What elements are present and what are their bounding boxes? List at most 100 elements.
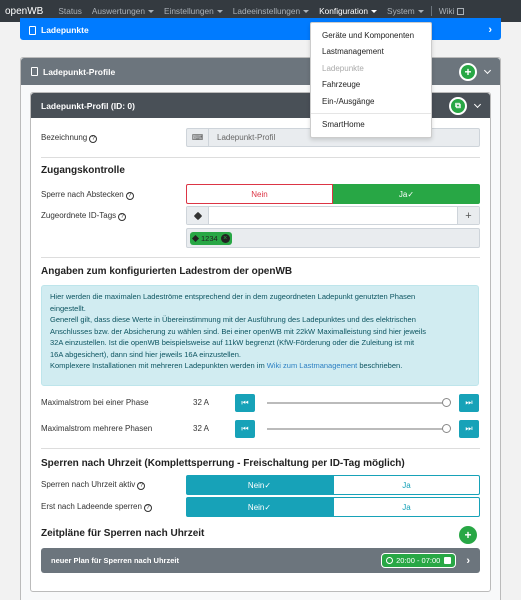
lock-yes-button[interactable]: Ja ✓: [333, 184, 480, 204]
document-icon: [31, 67, 38, 76]
remove-tag-icon[interactable]: ×: [220, 233, 230, 243]
check-icon: ✓: [264, 480, 272, 490]
help-icon[interactable]: ?: [137, 482, 146, 490]
add-tag-button[interactable]: +: [457, 207, 479, 224]
divider: [41, 257, 480, 258]
profile-0-title: Ladepunkt-Profil (ID: 0): [41, 100, 135, 111]
time-lock-no-button[interactable]: Nein ✓: [186, 475, 333, 495]
chevron-right-icon: ›: [488, 24, 492, 36]
nav-wiki[interactable]: Wiki: [434, 6, 470, 16]
nav-ladeeinstellungen[interactable]: Ladeeinstellungen: [228, 6, 314, 16]
caret-down-icon: [371, 10, 378, 13]
schedule-time-badge: 20:00 - 07:00: [381, 553, 457, 568]
info-line: 16A abgesichert), dann sind hier jeweils…: [50, 349, 241, 359]
schedule-plan-name: neuer Plan für Sperren nach Uhrzeit: [51, 556, 179, 565]
menu-item-geraete[interactable]: Geräte und Komponenten: [311, 28, 431, 44]
max-multi-phase-slider[interactable]: [267, 428, 447, 430]
add-schedule-button[interactable]: +: [459, 526, 477, 544]
caret-down-icon: [303, 10, 310, 13]
profile-actions: ⧉: [449, 96, 482, 115]
id-tags-label: Zugeordnete ID-Tags?: [41, 211, 127, 221]
max-one-phase-label: Maximalstrom bei einer Phase: [41, 398, 149, 407]
max-one-phase-max-button[interactable]: ⏭: [459, 394, 479, 412]
nav-einstellungen-label: Einstellungen: [163, 6, 214, 16]
current-info-alert: Hier werden die maximalen Ladeströme ent…: [41, 285, 479, 386]
lock-after-end-no-button[interactable]: Nein ✓: [186, 497, 333, 517]
step-backward-icon: ⏮: [241, 424, 249, 433]
id-tag-value: 1234: [201, 233, 218, 243]
chevron-right-icon: ›: [466, 554, 470, 567]
caret-down-icon: [147, 10, 154, 13]
lock-after-end-toggle: Nein ✓ Ja: [186, 497, 480, 517]
max-multi-phase-min-button[interactable]: ⏮: [235, 420, 255, 438]
divider: [41, 448, 480, 449]
card-actions: +: [459, 62, 492, 81]
max-one-phase-slider-thumb[interactable]: [442, 398, 451, 407]
help-icon[interactable]: ?: [125, 192, 134, 200]
nav-auswertungen[interactable]: Auswertungen: [87, 6, 159, 16]
schedule-plan-header[interactable]: neuer Plan für Sperren nach Uhrzeit 20:0…: [41, 548, 480, 573]
info-line: Anschlusses bzw. der Absicherung zu wähl…: [50, 326, 427, 336]
info-line: eingestellt.: [50, 303, 86, 313]
help-icon[interactable]: ?: [118, 213, 127, 221]
time-lock-yes-button[interactable]: Ja: [333, 475, 480, 495]
nav-einstellungen[interactable]: Einstellungen: [159, 6, 228, 16]
lock-after-end-label: Erst nach Ladeende sperren?: [41, 502, 152, 512]
info-text: beschrieben.: [357, 361, 403, 370]
max-one-phase-slider[interactable]: [267, 402, 447, 404]
nav-konfiguration-label: Konfiguration: [319, 6, 369, 16]
brand-logo[interactable]: openWB: [5, 6, 43, 17]
toggle-off-icon: [444, 557, 452, 564]
id-tag-input[interactable]: [209, 207, 457, 224]
id-tags-label-text: Zugeordnete ID-Tags: [41, 211, 117, 220]
menu-item-lastmanagement[interactable]: Lastmanagement: [311, 44, 431, 60]
max-multi-phase-slider-thumb[interactable]: [442, 424, 451, 433]
name-label: Bezeichnung?: [41, 133, 98, 143]
tag-icon: [187, 207, 209, 224]
step-backward-icon: ⏮: [241, 398, 249, 407]
nav-system[interactable]: System: [382, 6, 429, 16]
help-icon[interactable]: ?: [89, 135, 98, 143]
step-forward-icon: ⏭: [465, 424, 473, 433]
keyboard-icon: ⌨: [187, 129, 209, 146]
max-multi-phase-max-button[interactable]: ⏭: [459, 420, 479, 438]
info-line: Hier werden die maximalen Ladeströme ent…: [50, 292, 416, 301]
add-profile-button[interactable]: +: [459, 62, 477, 81]
lock-after-unplug-label-text: Sperre nach Abstecken: [41, 190, 124, 199]
wiki-lastmanagement-link[interactable]: Wiki zum Lastmanagement: [267, 361, 357, 370]
nav-konfiguration[interactable]: Konfiguration: [314, 6, 382, 16]
chevron-down-icon[interactable]: [473, 100, 482, 108]
caret-down-icon: [216, 10, 223, 13]
time-lock-active-label: Sperren nach Uhrzeit aktiv?: [41, 480, 146, 490]
nav-ladeeinstellungen-label: Ladeeinstellungen: [232, 6, 301, 16]
lock-after-end-no-label: Nein: [247, 502, 265, 512]
nav-status[interactable]: Status: [53, 6, 87, 16]
menu-item-ein-ausgaenge[interactable]: Ein-/Ausgänge: [311, 94, 431, 110]
step-forward-icon: ⏭: [465, 398, 473, 407]
id-tag-input-group: +: [186, 206, 480, 225]
id-tags-list: 1234 ×: [186, 228, 480, 248]
konfiguration-dropdown-menu: Geräte und Komponenten Lastmanagement La…: [310, 22, 432, 138]
max-multi-phase-value: 32 A: [193, 424, 210, 433]
check-icon: ✓: [264, 502, 272, 512]
check-icon: ✓: [407, 189, 415, 199]
ladepunkt-profile-card-title: Ladepunkt-Profile: [43, 66, 116, 77]
copy-profile-button[interactable]: ⧉: [449, 96, 467, 115]
time-lock-active-label-text: Sperren nach Uhrzeit aktiv: [41, 480, 136, 489]
max-one-phase-min-button[interactable]: ⏮: [235, 394, 255, 412]
charger-icon: [29, 25, 36, 35]
ladepunkte-card-title: Ladepunkte: [41, 25, 89, 35]
max-one-phase-value: 32 A: [193, 398, 210, 407]
menu-item-smarthome[interactable]: SmartHome: [311, 117, 431, 133]
lock-after-end-yes-button[interactable]: Ja: [333, 497, 480, 517]
id-tag-badge: 1234 ×: [190, 231, 232, 245]
name-value: Ladepunkt-Profil: [217, 133, 276, 142]
caret-down-icon: [417, 10, 424, 13]
schedules-section-title: Zeitpläne für Sperren nach Uhrzeit: [41, 528, 205, 539]
info-line: Generell gilt, dass diese Werte in Übere…: [50, 315, 416, 324]
lock-no-button[interactable]: Nein: [186, 184, 333, 204]
help-icon[interactable]: ?: [143, 504, 152, 512]
chevron-down-icon[interactable]: [483, 66, 492, 74]
menu-item-fahrzeuge[interactable]: Fahrzeuge: [311, 77, 431, 93]
external-link-icon: [457, 8, 465, 15]
